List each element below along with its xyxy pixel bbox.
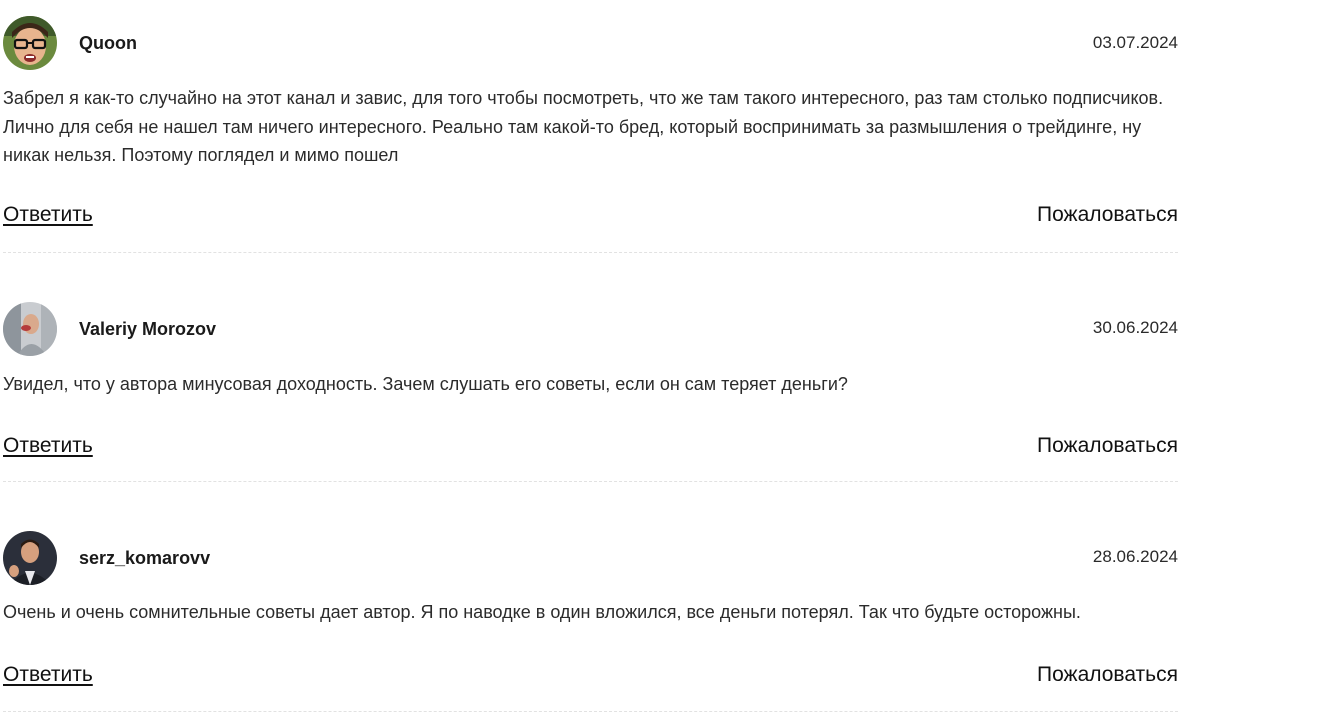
avatar[interactable]	[3, 302, 57, 356]
report-link[interactable]: Пожаловаться	[1037, 663, 1178, 687]
reply-link[interactable]: Ответить	[3, 663, 93, 687]
comment-date: 28.06.2024	[1092, 547, 1178, 566]
comment-text: Забрел я как-то случайно на этот канал и…	[3, 88, 1164, 165]
avatar[interactable]	[3, 531, 57, 585]
avatar[interactable]	[3, 16, 57, 70]
comment-item: Quoon 03.07.2024 Забрел я как-то случайн…	[3, 0, 1178, 253]
comment-date: 03.07.2024	[1092, 33, 1178, 52]
comment-item: serz_komarovv 28.06.2024 Очень и очень с…	[3, 482, 1178, 712]
comment-text: Очень и очень сомнительные советы дает а…	[3, 602, 1081, 622]
avatar-image	[3, 302, 57, 356]
report-link[interactable]: Пожаловаться	[1037, 434, 1178, 458]
reply-link[interactable]: Ответить	[3, 203, 93, 227]
comment-text: Увидел, что у автора минусовая доходност…	[3, 374, 848, 394]
comment-item: Valeriy Morozov 30.06.2024 Увидел, что у…	[3, 253, 1178, 482]
avatar-image	[3, 16, 57, 70]
report-link[interactable]: Пожаловаться	[1037, 203, 1178, 227]
comment-author: Valeriy Morozov	[79, 319, 217, 339]
reply-link[interactable]: Ответить	[3, 434, 93, 458]
comment-date: 30.06.2024	[1092, 318, 1178, 337]
avatar-image	[3, 531, 57, 585]
comment-author: serz_komarovv	[79, 548, 211, 568]
comment-author: Quoon	[79, 33, 137, 53]
comments-list: Quoon 03.07.2024 Забрел я как-то случайн…	[3, 0, 1178, 712]
